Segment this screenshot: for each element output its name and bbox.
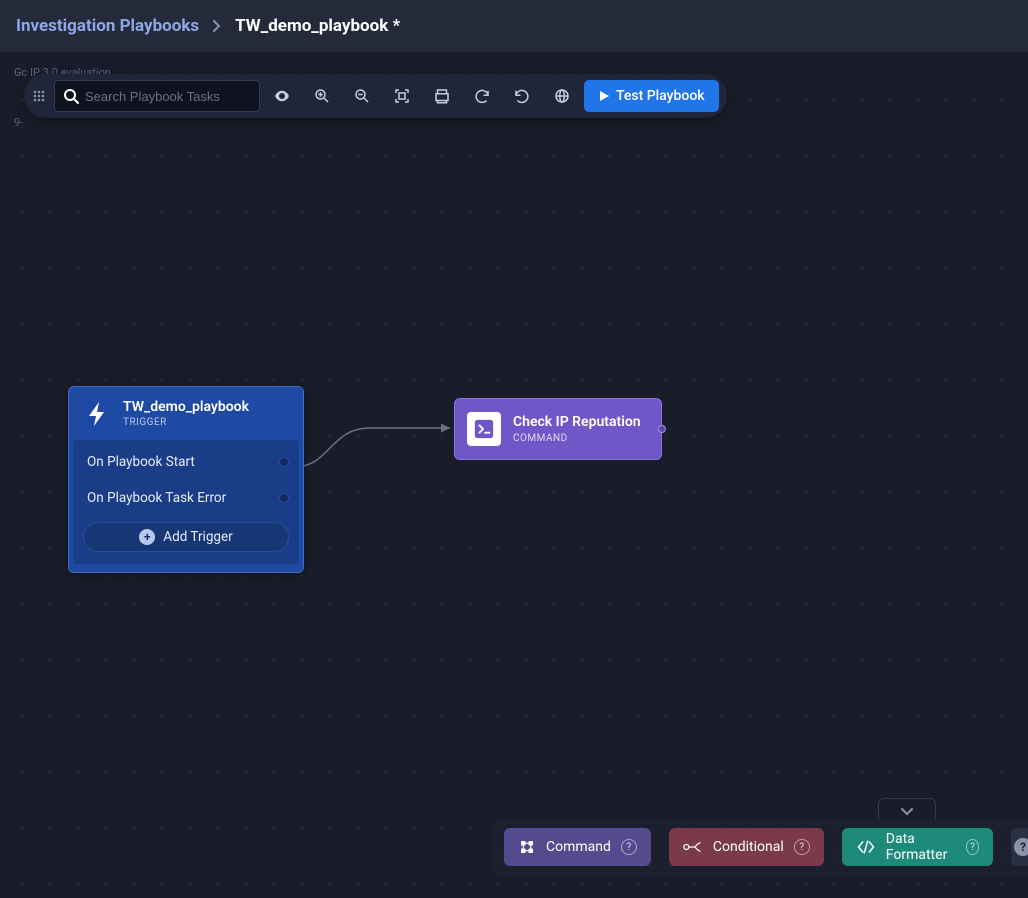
grip-icon[interactable] <box>28 85 50 107</box>
palette-command[interactable]: Command ? <box>504 828 651 866</box>
play-icon <box>598 90 610 102</box>
chevron-right-icon <box>213 20 221 32</box>
formatter-palette-icon <box>856 839 876 855</box>
test-playbook-label: Test Playbook <box>616 88 705 104</box>
trigger-node-subtitle: TRIGGER <box>123 417 249 428</box>
plus-icon: + <box>139 529 155 545</box>
trigger-row-error[interactable]: On Playbook Task Error <box>73 480 299 516</box>
breadcrumb-root[interactable]: Investigation Playbooks <box>16 16 199 36</box>
command-node-subtitle: COMMAND <box>513 433 641 444</box>
add-trigger-label: Add Trigger <box>163 529 232 545</box>
search-input[interactable] <box>85 89 251 104</box>
fit-button[interactable] <box>384 78 420 114</box>
lightning-icon <box>83 400 111 428</box>
palette-conditional[interactable]: Conditional ? <box>669 828 824 866</box>
palette-data-formatter[interactable]: Data Formatter ? <box>842 828 993 866</box>
palette: Command ? Conditional ? Data Formatter ?… <box>492 818 1028 876</box>
help-button[interactable]: ? <box>1011 828 1028 866</box>
palette-formatter-label: Data Formatter <box>886 831 956 863</box>
question-icon: ? <box>1014 838 1028 856</box>
visibility-button[interactable] <box>264 78 300 114</box>
palette-conditional-label: Conditional <box>713 839 784 855</box>
trigger-row-start[interactable]: On Playbook Start <box>73 444 299 480</box>
breadcrumb: Investigation Playbooks TW_demo_playbook… <box>0 0 1028 52</box>
command-icon <box>467 412 501 446</box>
breadcrumb-current: TW_demo_playbook * <box>235 16 400 36</box>
help-icon[interactable]: ? <box>966 839 978 855</box>
trigger-node-body: On Playbook Start On Playbook Task Error… <box>73 440 299 564</box>
canvas[interactable]: Gc IP 3.0 evaluation 9- <box>0 52 1028 898</box>
redo-button[interactable] <box>464 78 500 114</box>
undo-button[interactable] <box>504 78 540 114</box>
search-input-wrap <box>54 80 260 112</box>
command-node[interactable]: Check IP Reputation COMMAND <box>454 398 662 460</box>
command-palette-icon <box>518 838 536 856</box>
globe-button[interactable] <box>544 78 580 114</box>
conditional-palette-icon <box>683 839 703 855</box>
test-playbook-button[interactable]: Test Playbook <box>584 80 719 112</box>
help-icon[interactable]: ? <box>621 839 637 855</box>
help-icon[interactable]: ? <box>794 839 810 855</box>
add-trigger-button[interactable]: + Add Trigger <box>83 522 289 552</box>
trigger-node-title: TW_demo_playbook <box>123 399 249 415</box>
toolbar: Test Playbook <box>24 74 727 118</box>
print-button[interactable] <box>424 78 460 114</box>
search-icon <box>63 88 79 104</box>
command-node-port[interactable] <box>658 425 666 433</box>
trigger-node[interactable]: TW_demo_playbook TRIGGER On Playbook Sta… <box>68 386 304 573</box>
trigger-node-header: TW_demo_playbook TRIGGER <box>69 387 303 438</box>
palette-command-label: Command <box>546 839 611 855</box>
zoom-in-button[interactable] <box>304 78 340 114</box>
command-node-title: Check IP Reputation <box>513 414 641 430</box>
zoom-out-button[interactable] <box>344 78 380 114</box>
